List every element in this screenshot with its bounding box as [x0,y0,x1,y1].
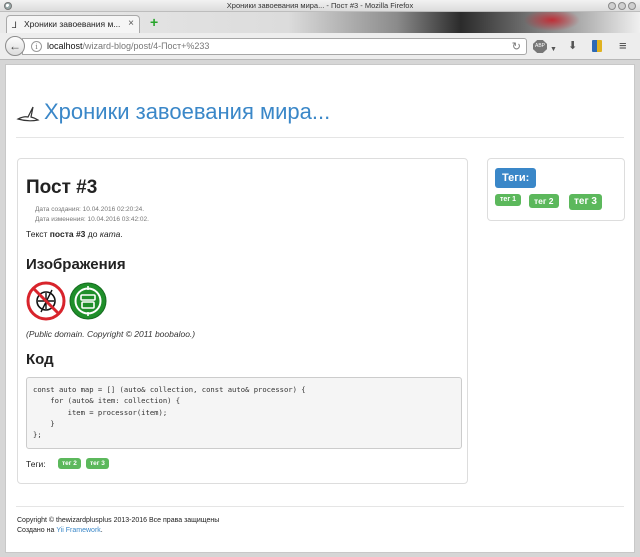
image-copyright-note: (Public domain. Copyright © 2011 boobalo… [26,329,196,339]
site-title-link[interactable]: Хроники завоевания мира... [44,99,330,125]
post-body-text: Текст поста #3 до ката. [26,229,123,239]
tag-cloud-item[interactable]: тег 1 [495,194,522,206]
post-text-bold: поста #3 [49,229,86,239]
download-icon[interactable]: ⬇ [568,41,577,52]
adblock-icon[interactable]: ABP [533,40,547,53]
reload-icon[interactable]: ↻ [512,40,521,53]
new-tab-button[interactable]: + [150,15,158,29]
tab-active[interactable]: ⅃ Хроники завоевания м... × [6,15,140,33]
post-updated-date: Дата изменения: 10.04.2016 03:42:02. [35,216,149,223]
nav-toolbar: i localhost/wizard-blog/post/4-Пост+%233… [0,33,640,60]
footer-copyright: Copyright © thewizardplusplus 2013-2016 … [17,517,220,524]
window-title: Хроники завоевания мира... - Пост #3 - M… [226,1,414,10]
minimize-button[interactable] [608,2,616,10]
site-favicon-icon: ⅃ [12,20,18,30]
addon-icon[interactable] [592,40,602,52]
post-tag-badge[interactable]: тег 3 [86,458,109,469]
window-titlebar: Хроники завоевания мира... - Пост #3 - M… [0,0,640,12]
post-tag-badge[interactable]: тег 2 [58,458,81,469]
site-info-icon[interactable]: i [31,41,42,52]
footer-created-prefix: Создано на [17,527,57,534]
page-viewport: Хроники завоевания мира... Пост #3 Дата … [5,64,635,553]
wizard-hat-logo-icon [16,106,40,122]
code-heading: Код [26,351,54,368]
tab-close-icon[interactable]: × [128,18,134,29]
images-heading: Изображения [26,256,126,273]
url-path: /wizard-blog/post/4-Пост+%233 [82,41,210,51]
footer-created-by: Создано на Yii Framework. [17,527,103,534]
post-created-date: Дата создания: 10.04.2016 02:20:24. [35,206,145,213]
tag-cloud-heading: Теги: [495,168,537,188]
header-divider [16,137,624,138]
post-title: Пост #3 [26,177,98,198]
post-text-italic: ката [99,229,121,239]
no-wizard-image [26,281,66,321]
url-bar[interactable]: i localhost/wizard-blog/post/4-Пост+%233… [22,38,527,55]
hamburger-menu-icon[interactable]: ≡ [619,39,627,52]
back-button[interactable]: ← [5,36,25,56]
wizard-ok-image [69,282,107,320]
maximize-button[interactable] [618,2,626,10]
post-text-prefix: Текст [26,229,50,239]
tag-cloud-item[interactable]: тег 2 [529,194,559,208]
back-arrow-icon: ← [9,39,21,53]
footer-divider [16,506,624,507]
url-host: localhost [47,41,83,51]
post-panel: Пост #3 Дата создания: 10.04.2016 02:20:… [17,158,468,484]
code-block: const auto map = [] (auto& collection, c… [26,377,462,449]
tab-label: Хроники завоевания м... [24,19,121,29]
adblock-dropdown-icon[interactable]: ▼ [550,44,557,55]
footer-created-suffix: . [100,527,103,534]
close-window-button[interactable] [628,2,636,10]
tag-cloud-item[interactable]: тег 3 [569,194,602,210]
tag-cloud-panel: Теги: тег 1 тег 2 тег 3 [487,158,625,221]
post-text-middle: до [85,229,100,239]
yii-framework-link[interactable]: Yii Framework [56,527,100,534]
url-text[interactable]: localhost/wizard-blog/post/4-Пост+%233 [47,41,209,51]
post-text-suffix: . [120,229,123,239]
post-tags-label: Теги: [26,459,46,469]
tab-strip: ⅃ Хроники завоевания м... × + [0,12,640,33]
code-content: const auto map = [] (auto& collection, c… [33,385,306,440]
